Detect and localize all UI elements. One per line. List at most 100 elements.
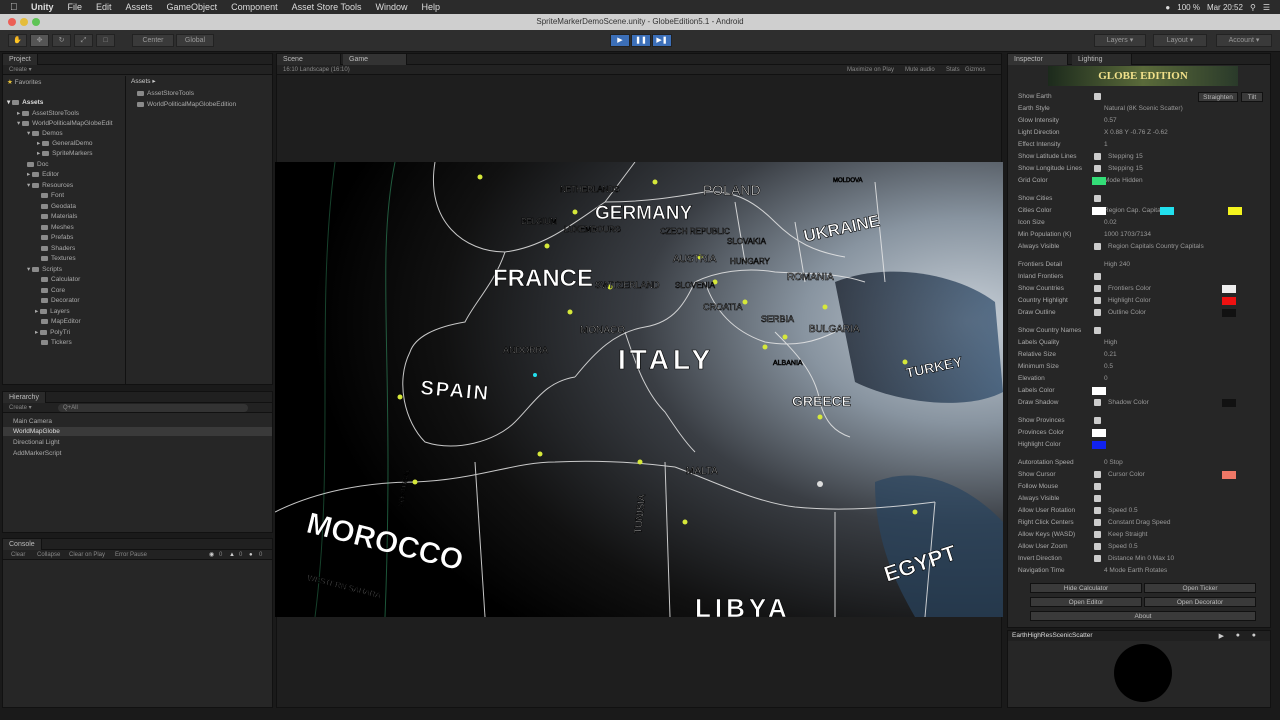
inspector-row-value[interactable]: Speed 0.5 xyxy=(1108,505,1138,516)
color-swatch[interactable] xyxy=(1092,429,1106,437)
checkbox[interactable] xyxy=(1094,399,1101,406)
inspector-row-value[interactable]: Stepping 15 xyxy=(1108,163,1143,174)
project-create-button[interactable]: Create xyxy=(9,67,27,73)
inspector-row-value[interactable]: Mode Hidden xyxy=(1104,175,1143,186)
checkbox[interactable] xyxy=(1094,531,1101,538)
checkbox[interactable] xyxy=(1094,495,1101,502)
hierarchy-create-button[interactable]: Create xyxy=(9,405,27,411)
hierarchy-item-worldmapglobe[interactable]: WorldMapGlobe xyxy=(3,427,272,436)
hide-calculator-button[interactable]: Hide Calculator xyxy=(1030,583,1142,593)
tree-item-prefabs[interactable]: Prefabs xyxy=(41,233,73,242)
warning-icon[interactable]: ▲ xyxy=(229,550,235,560)
checkbox[interactable] xyxy=(1094,327,1101,334)
preview-light-icon[interactable]: ● xyxy=(1252,632,1256,639)
play-preview-icon[interactable]: ▶ xyxy=(1219,632,1224,640)
checkbox[interactable] xyxy=(1094,165,1101,172)
open-decorator-button[interactable]: Open Decorator xyxy=(1144,597,1256,607)
gizmos-toggle[interactable]: Gizmos xyxy=(965,65,985,75)
inspector-row-value[interactable]: Highlight Color xyxy=(1108,295,1151,306)
open-ticker-button[interactable]: Open Ticker xyxy=(1144,583,1256,593)
step-button[interactable]: ▶❚ xyxy=(652,34,672,47)
color-swatch[interactable] xyxy=(1092,387,1106,395)
maximize-on-play-toggle[interactable]: Maximize on Play xyxy=(847,65,894,75)
inspector-row-value[interactable]: Outline Color xyxy=(1108,307,1146,318)
inspector-row-value[interactable]: 0.21 xyxy=(1104,349,1117,360)
inspector-row-value[interactable]: Speed 0.5 xyxy=(1108,541,1138,552)
checkbox[interactable] xyxy=(1094,93,1101,100)
color-swatch[interactable] xyxy=(1222,297,1236,305)
inspector-row-value[interactable]: 0.02 xyxy=(1104,217,1117,228)
menu-file[interactable]: File xyxy=(61,2,90,12)
global-toggle[interactable]: Global xyxy=(176,34,214,47)
tree-item-textures[interactable]: Textures xyxy=(41,254,76,263)
tab-console[interactable]: Console xyxy=(3,539,42,550)
hierarchy-item-main-camera[interactable]: Main Camera xyxy=(13,417,52,426)
inspector-row-value[interactable]: 0.5 xyxy=(1104,361,1113,372)
hierarchy-search-input[interactable]: Q+All xyxy=(58,404,248,412)
menu-help[interactable]: Help xyxy=(415,2,448,12)
tree-item-wpm[interactable]: ▾ WorldPoliticalMapGlobeEdit xyxy=(17,119,113,128)
zoom-window-icon[interactable] xyxy=(32,18,40,26)
open-editor-button[interactable]: Open Editor xyxy=(1030,597,1142,607)
tree-item-materials[interactable]: Materials xyxy=(41,212,77,221)
tree-item-resources[interactable]: ▾ Resources xyxy=(27,181,73,190)
console-clear-button[interactable]: Clear xyxy=(11,550,25,560)
inspector-row-value[interactable]: Region Cap. Capital xyxy=(1104,205,1162,216)
tree-item-meshes[interactable]: Meshes xyxy=(41,223,74,232)
tab-game[interactable]: Game xyxy=(343,54,407,65)
checkbox[interactable] xyxy=(1094,285,1101,292)
inspector-row-value[interactable]: 1 xyxy=(1104,139,1108,150)
tab-lighting[interactable]: Lighting xyxy=(1072,54,1132,65)
inspector-row-value[interactable]: 0.57 xyxy=(1104,115,1117,126)
inspector-row-value[interactable]: High xyxy=(1104,337,1117,348)
color-swatch[interactable] xyxy=(1160,207,1174,215)
color-swatch[interactable] xyxy=(1092,177,1106,185)
tab-inspector[interactable]: Inspector xyxy=(1008,54,1068,65)
move-tool-icon[interactable]: ✥ xyxy=(30,34,49,47)
inspector-row-value[interactable]: 4 Mode Earth Rotates xyxy=(1104,565,1167,576)
tree-item-layers[interactable]: ▸ Layers xyxy=(35,307,70,316)
checkbox[interactable] xyxy=(1094,273,1101,280)
tree-item-font[interactable]: Font xyxy=(41,191,64,200)
checkbox[interactable] xyxy=(1094,417,1101,424)
hand-tool-icon[interactable]: ✋ xyxy=(8,34,27,47)
menu-assets[interactable]: Assets xyxy=(119,2,160,12)
tab-hierarchy[interactable]: Hierarchy xyxy=(3,392,46,403)
tree-item-decorator[interactable]: Decorator xyxy=(41,296,80,305)
color-swatch[interactable] xyxy=(1222,399,1236,407)
menu-edit[interactable]: Edit xyxy=(89,2,119,12)
tree-item-shaders[interactable]: Shaders xyxy=(41,244,75,253)
tree-item-mapeditor[interactable]: MapEditor xyxy=(41,317,81,326)
scale-tool-icon[interactable]: ⤢ xyxy=(74,34,93,47)
tree-item-core[interactable]: Core xyxy=(41,286,65,295)
checkbox[interactable] xyxy=(1094,483,1101,490)
tree-item-demos[interactable]: ▾ Demos xyxy=(27,129,63,138)
inspector-row-value[interactable]: Distance Min 0 Max 10 xyxy=(1108,553,1174,564)
account-dropdown[interactable]: Account ▾ xyxy=(1216,34,1272,47)
search-icon[interactable]: ⚲ xyxy=(1250,3,1256,12)
tree-item-tickers[interactable]: Tickers xyxy=(41,338,72,347)
rect-tool-icon[interactable]: □ xyxy=(96,34,115,47)
minimize-window-icon[interactable] xyxy=(20,18,28,26)
menu-gameobject[interactable]: GameObject xyxy=(160,2,225,12)
inspector-row-value[interactable]: Region Capitals Country Capitals xyxy=(1108,241,1204,252)
checkbox[interactable] xyxy=(1094,195,1101,202)
inspector-row-value[interactable]: Natural (8K Scenic Scatter) xyxy=(1104,103,1183,114)
tree-item-calculator[interactable]: Calculator xyxy=(41,275,80,284)
checkbox[interactable] xyxy=(1094,507,1101,514)
checkbox[interactable] xyxy=(1094,297,1101,304)
color-swatch[interactable] xyxy=(1092,207,1106,215)
wifi-icon[interactable]: ● xyxy=(1165,3,1170,12)
tree-item-editor[interactable]: ▸ Editor xyxy=(27,170,59,179)
globe-map-view[interactable]: POLAND GERMANY UKRAINE FRANCE ITALY SPAI… xyxy=(275,162,1003,617)
menu-window[interactable]: Window xyxy=(368,2,414,12)
checkbox[interactable] xyxy=(1094,543,1101,550)
apple-icon[interactable]:  xyxy=(10,2,24,13)
checkbox[interactable] xyxy=(1094,309,1101,316)
color-swatch[interactable] xyxy=(1228,207,1242,215)
about-button[interactable]: About xyxy=(1030,611,1256,621)
error-icon[interactable]: ● xyxy=(249,550,253,560)
mute-audio-toggle[interactable]: Mute audio xyxy=(905,65,935,75)
inspector-row-value[interactable]: Constant Drag Speed xyxy=(1108,517,1171,528)
pause-button[interactable]: ❚❚ xyxy=(631,34,651,47)
